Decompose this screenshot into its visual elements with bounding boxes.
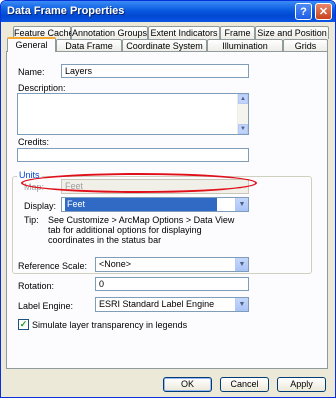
name-label: Name: [18,67,45,77]
window-title: Data Frame Properties [7,5,125,17]
description-label: Description: [18,83,66,93]
scroll-up-icon[interactable]: ▲ [238,94,248,104]
chevron-down-icon[interactable]: ▼ [235,198,248,211]
rotation-input[interactable]: 0 [95,277,249,291]
credits-label: Credits: [18,137,50,147]
label-engine-label: Label Engine: [18,301,74,311]
display-units-label: Display: [24,201,57,211]
highlight-ellipse [21,173,257,193]
label-engine-value: ESRI Standard Label Engine [99,299,215,309]
tip-text: See Customize > ArcMap Options > Data Vi… [48,215,235,245]
data-frame-properties-window: Data Frame Properties ? ✕ Feature Cache … [0,0,336,398]
cancel-button[interactable]: Cancel [220,377,269,392]
ok-button[interactable]: OK [163,377,212,392]
label-engine-select[interactable]: ESRI Standard Label Engine ▼ [95,297,249,312]
chevron-down-icon[interactable]: ▼ [235,298,248,311]
close-icon[interactable]: ✕ [315,3,332,20]
help-icon[interactable]: ? [295,3,312,20]
tip-label: Tip: [24,215,39,225]
check-icon: ✓ [19,319,28,329]
titlebar: Data Frame Properties ? ✕ [1,1,335,22]
tab-size-and-position[interactable]: Size and Position [255,26,329,39]
transparency-checkbox[interactable]: ✓ [18,319,29,330]
transparency-label: Simulate layer transparency in legends [32,320,188,330]
display-units-value: Feet [65,198,217,211]
apply-button[interactable]: Apply [277,377,326,392]
rotation-label: Rotation: [18,281,55,291]
description-textarea[interactable]: ▲ ▼ [17,93,249,135]
tab-extent-indicators[interactable]: Extent Indicators [148,26,220,39]
reference-scale-select[interactable]: <None> ▼ [95,257,249,272]
tab-annotation-groups[interactable]: Annotation Groups [71,26,148,39]
display-units-select[interactable]: Feet ▼ [61,197,249,212]
description-scrollbar[interactable]: ▲ ▼ [237,94,248,134]
credits-input[interactable] [17,148,249,162]
scroll-down-icon[interactable]: ▼ [238,124,248,134]
tab-general[interactable]: General [7,37,56,52]
chevron-down-icon[interactable]: ▼ [235,258,248,271]
tab-frame[interactable]: Frame [220,26,255,39]
reference-scale-value: <None> [99,259,132,269]
reference-scale-label: Reference Scale: [18,261,88,271]
name-input[interactable]: Layers [61,64,249,78]
